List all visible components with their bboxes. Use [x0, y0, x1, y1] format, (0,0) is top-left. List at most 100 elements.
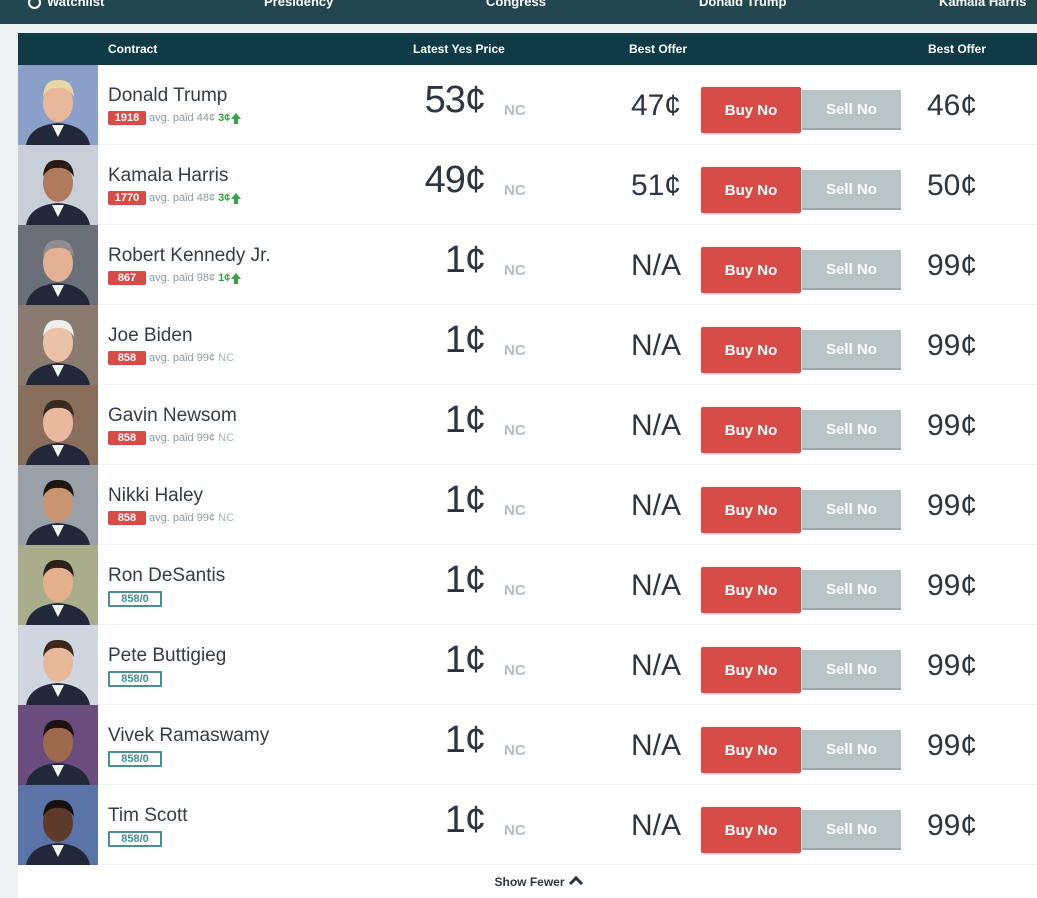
- buy-no-button[interactable]: Buy No: [701, 87, 801, 133]
- nav-watchlist[interactable]: Watchlist: [28, 0, 105, 10]
- best-offer-yes: 50¢: [927, 169, 978, 202]
- buy-no-button[interactable]: Buy No: [701, 167, 801, 213]
- best-offer-no: 47¢: [630, 89, 681, 122]
- chevron-up-icon: [568, 875, 583, 891]
- contract-name[interactable]: Kamala Harris: [108, 165, 228, 187]
- nav-congress[interactable]: Congress: [486, 0, 546, 9]
- position-badge: 858/0: [108, 751, 162, 767]
- avg-paid: avg. paid 48¢: [149, 192, 216, 204]
- candidate-photo: [18, 385, 98, 465]
- best-offer-no: 51¢: [630, 169, 681, 202]
- sell-no-button[interactable]: Sell No: [802, 330, 901, 370]
- up-arrow-icon: [231, 193, 242, 204]
- no-change-label: NC: [504, 182, 526, 199]
- table-row[interactable]: Kamala Harris 1770 avg. paid 48¢ 3¢ 49¢ N…: [18, 145, 1037, 225]
- contract-name[interactable]: Nikki Haley: [108, 485, 203, 507]
- table-row[interactable]: Gavin Newsom 858 avg. paid 99¢ NC 1¢ NC N…: [18, 385, 1037, 465]
- shares-badge: 1918: [108, 111, 146, 125]
- position-badge: 858/0: [108, 671, 162, 687]
- contract-list: Donald Trump 1918 avg. paid 44¢ 3¢ 53¢ NC…: [18, 65, 1037, 865]
- price-change: NC: [218, 352, 235, 364]
- latest-yes-price: 1¢: [444, 719, 486, 761]
- latest-yes-price: 1¢: [444, 239, 486, 281]
- candidate-photo: [18, 545, 98, 625]
- buy-no-button[interactable]: Buy No: [701, 807, 801, 853]
- shares-badge: 858: [108, 511, 146, 525]
- latest-yes-price: 53¢: [424, 79, 486, 121]
- contract-name[interactable]: Donald Trump: [108, 85, 227, 107]
- price-change: 3¢: [218, 192, 231, 204]
- buy-no-button[interactable]: Buy No: [701, 327, 801, 373]
- header-best-offer-no: Best Offer: [629, 42, 688, 56]
- shares-badge: 858: [108, 351, 146, 365]
- sell-no-button[interactable]: Sell No: [802, 810, 901, 850]
- buy-no-button[interactable]: Buy No: [701, 567, 801, 613]
- table-row[interactable]: Ron DeSantis 858/0 1¢ NC N/A Buy No Sell…: [18, 545, 1037, 625]
- sell-no-button[interactable]: Sell No: [802, 490, 901, 530]
- candidate-photo: [18, 465, 98, 545]
- sell-no-button[interactable]: Sell No: [802, 90, 901, 130]
- best-offer-yes: 99¢: [927, 489, 978, 522]
- buy-no-button[interactable]: Buy No: [701, 647, 801, 693]
- contract-name[interactable]: Joe Biden: [108, 325, 193, 347]
- nav-kamala-harris[interactable]: Kamala Harris: [939, 0, 1026, 9]
- nav-presidency[interactable]: Presidency: [264, 0, 333, 9]
- best-offer-yes: 99¢: [927, 809, 978, 842]
- position-info: 867 avg. paid 98¢ 1¢: [108, 271, 242, 287]
- table-row[interactable]: Nikki Haley 858 avg. paid 99¢ NC 1¢ NC N/…: [18, 465, 1037, 545]
- table-row[interactable]: Robert Kennedy Jr. 867 avg. paid 98¢ 1¢ 1…: [18, 225, 1037, 305]
- candidate-photo: [18, 705, 98, 785]
- table-row[interactable]: Pete Buttigieg 858/0 1¢ NC N/A Buy No Se…: [18, 625, 1037, 705]
- sell-no-button[interactable]: Sell No: [802, 250, 901, 290]
- position-info: 1770 avg. paid 48¢ 3¢: [108, 191, 242, 207]
- no-change-label: NC: [504, 262, 526, 279]
- price-change: 3¢: [218, 112, 231, 124]
- contract-name[interactable]: Vivek Ramaswamy: [108, 725, 269, 747]
- table-row[interactable]: Donald Trump 1918 avg. paid 44¢ 3¢ 53¢ NC…: [18, 65, 1037, 145]
- position-badge: 858/0: [108, 831, 162, 847]
- sell-no-button[interactable]: Sell No: [802, 730, 901, 770]
- best-offer-no: N/A: [630, 329, 681, 362]
- avg-paid: avg. paid 44¢: [149, 112, 216, 124]
- best-offer-no: N/A: [630, 809, 681, 842]
- position-badge: 858/0: [108, 591, 162, 607]
- header-latest-yes-price: Latest Yes Price: [413, 42, 505, 56]
- show-fewer-button[interactable]: Show Fewer: [18, 875, 1037, 891]
- no-change-label: NC: [504, 342, 526, 359]
- up-arrow-icon: [231, 273, 242, 284]
- top-nav: Watchlist Presidency Congress Donald Tru…: [0, 0, 1037, 24]
- table-row[interactable]: Tim Scott 858/0 1¢ NC N/A Buy No Sell No…: [18, 785, 1037, 865]
- contract-name[interactable]: Robert Kennedy Jr.: [108, 245, 271, 267]
- sell-no-button[interactable]: Sell No: [802, 410, 901, 450]
- shares-badge: 858: [108, 431, 146, 445]
- contract-name[interactable]: Gavin Newsom: [108, 405, 237, 427]
- buy-no-button[interactable]: Buy No: [701, 487, 801, 533]
- sell-no-button[interactable]: Sell No: [802, 170, 901, 210]
- contract-name[interactable]: Tim Scott: [108, 805, 188, 827]
- latest-yes-price: 1¢: [444, 639, 486, 681]
- no-change-label: NC: [504, 102, 526, 119]
- candidate-photo: [18, 145, 98, 225]
- table-row[interactable]: Joe Biden 858 avg. paid 99¢ NC 1¢ NC N/A …: [18, 305, 1037, 385]
- best-offer-yes: 99¢: [927, 329, 978, 362]
- avg-paid: avg. paid 99¢: [149, 432, 216, 444]
- shares-badge: 867: [108, 271, 146, 285]
- sell-no-button[interactable]: Sell No: [802, 570, 901, 610]
- buy-no-button[interactable]: Buy No: [701, 247, 801, 293]
- nav-watchlist-label: Watchlist: [47, 0, 105, 9]
- nav-donald-trump[interactable]: Donald Trump: [699, 0, 786, 9]
- buy-no-button[interactable]: Buy No: [701, 727, 801, 773]
- no-change-label: NC: [504, 742, 526, 759]
- contract-name[interactable]: Pete Buttigieg: [108, 645, 226, 667]
- best-offer-no: N/A: [630, 569, 681, 602]
- contract-name[interactable]: Ron DeSantis: [108, 565, 225, 587]
- candidate-photo: [18, 65, 98, 145]
- up-arrow-icon: [231, 113, 242, 124]
- best-offer-yes: 46¢: [927, 89, 978, 122]
- table-row[interactable]: Vivek Ramaswamy 858/0 1¢ NC N/A Buy No S…: [18, 705, 1037, 785]
- best-offer-no: N/A: [630, 649, 681, 682]
- best-offer-no: N/A: [630, 489, 681, 522]
- best-offer-no: N/A: [630, 729, 681, 762]
- buy-no-button[interactable]: Buy No: [701, 407, 801, 453]
- sell-no-button[interactable]: Sell No: [802, 650, 901, 690]
